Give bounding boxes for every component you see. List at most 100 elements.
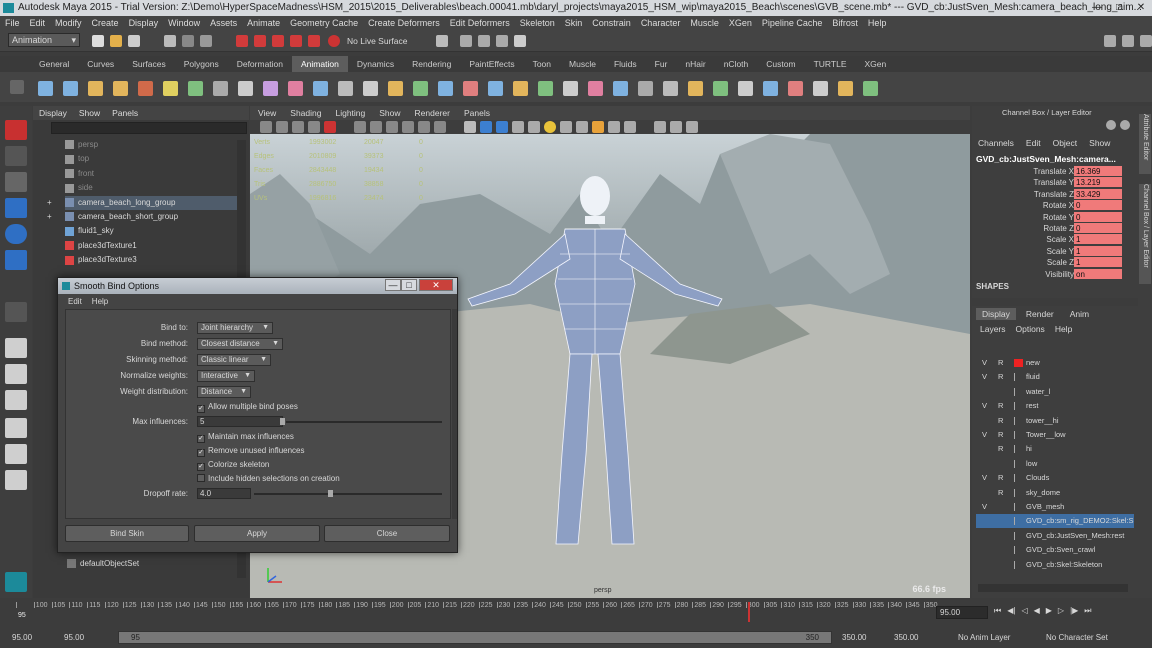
ik-handle-icon[interactable]: [88, 81, 103, 96]
channel-row[interactable]: Scale Z1: [972, 257, 1138, 268]
channel-value[interactable]: 0: [1074, 223, 1122, 233]
max-influences-slider[interactable]: [286, 421, 442, 423]
channel-row[interactable]: Translate Z 33.429: [972, 188, 1138, 200]
orient-joint-icon[interactable]: [763, 81, 778, 96]
constraint-point-icon[interactable]: [463, 81, 478, 96]
channel-value[interactable]: 16.369: [1074, 166, 1122, 176]
select-component-icon[interactable]: [200, 35, 212, 47]
anim-layer-dropdown[interactable]: No Anim Layer: [958, 633, 1010, 642]
channel-box-toggle-icon[interactable]: [1140, 35, 1152, 47]
snap-curve-icon[interactable]: [254, 35, 266, 47]
four-view-layout-icon[interactable]: [5, 364, 27, 384]
render-frame-icon[interactable]: [460, 35, 472, 47]
mirror-icon[interactable]: [613, 81, 628, 96]
set-breakdown-icon[interactable]: [63, 81, 78, 96]
close-window-button[interactable]: ✕: [1130, 0, 1152, 16]
playhead-marker[interactable]: [748, 602, 750, 622]
go-to-start-icon[interactable]: ⏮: [994, 606, 1001, 616]
snap-point-icon[interactable]: [272, 35, 284, 47]
shelf-tab-fur[interactable]: Fur: [646, 56, 677, 72]
play-forwards-icon[interactable]: ▶: [1046, 606, 1052, 616]
layer-color-swatch[interactable]: [1014, 402, 1023, 411]
channel-row[interactable]: Scale X1: [972, 234, 1138, 245]
outliner-item-default-object-set[interactable]: defaultObjectSet: [67, 557, 139, 571]
open-scene-icon[interactable]: [110, 35, 122, 47]
step-back-key-icon[interactable]: ◀|: [1007, 606, 1015, 616]
layer-color-swatch[interactable]: [1014, 474, 1023, 483]
layer-row[interactable]: V Rfluid: [976, 370, 1134, 384]
make-live-icon[interactable]: [328, 35, 340, 47]
shelf-tab-ncloth[interactable]: nCloth: [715, 56, 758, 72]
go-to-end-icon[interactable]: ⏭: [1084, 606, 1091, 616]
smooth-shade-icon[interactable]: [480, 121, 492, 133]
layer-scrollbar[interactable]: [978, 584, 1128, 592]
layer-tab-render[interactable]: Render: [1020, 308, 1060, 320]
step-forward-key-icon[interactable]: |▶: [1070, 606, 1078, 616]
dialog-title-bar[interactable]: Smooth Bind Options — □ ✕: [58, 278, 457, 294]
layer-tab-display[interactable]: Display: [976, 308, 1016, 320]
range-bar[interactable]: 95 350: [118, 631, 832, 644]
muscle-icon[interactable]: [788, 81, 803, 96]
constraint-orient-icon[interactable]: [513, 81, 528, 96]
menu-modify[interactable]: Modify: [50, 16, 87, 30]
flex-icon[interactable]: [638, 81, 653, 96]
ambient-occlusion-icon[interactable]: [560, 121, 572, 133]
outliner-search-field[interactable]: [51, 122, 247, 134]
scale-tool-icon[interactable]: [5, 250, 27, 270]
paint-weights-icon[interactable]: [163, 81, 178, 96]
bookmark-icon[interactable]: [292, 121, 304, 133]
viewport-menu-view[interactable]: View: [258, 106, 276, 120]
lasso-tool-icon[interactable]: [5, 146, 27, 166]
wire-icon[interactable]: [263, 81, 278, 96]
constraint-parent-icon[interactable]: [538, 81, 553, 96]
maximize-button[interactable]: □: [1108, 0, 1130, 16]
layer-row[interactable]: V Rrest: [976, 399, 1134, 413]
manipulator-icon[interactable]: [1106, 120, 1116, 130]
xray-icon[interactable]: [654, 121, 666, 133]
layer-reference-toggle[interactable]: R: [998, 356, 1003, 370]
shelf-tab-painteffects[interactable]: PaintEffects: [460, 56, 523, 72]
channel-value[interactable]: 1: [1074, 234, 1122, 245]
outliner-item[interactable]: top: [65, 152, 89, 166]
layer-visibility-toggle[interactable]: V: [982, 428, 987, 442]
close-button[interactable]: Close: [324, 525, 450, 542]
include-hidden-selections-checkbox[interactable]: Include hidden selections on creation: [197, 473, 340, 485]
layer-row[interactable]: GVD_cb:JustSven_Mesh:rest: [976, 529, 1134, 543]
snap-surface-icon[interactable]: [308, 35, 320, 47]
shelf-tab-custom[interactable]: Custom: [757, 56, 804, 72]
channel-menu-show[interactable]: Show: [1089, 138, 1110, 148]
shelf-tab-animation[interactable]: Animation: [292, 56, 348, 72]
dialog-minimize-button[interactable]: —: [385, 279, 401, 291]
channel-value[interactable]: 1: [1074, 245, 1122, 256]
layer-reference-toggle[interactable]: R: [998, 428, 1003, 442]
trax-icon[interactable]: [388, 81, 403, 96]
skeleton-icon[interactable]: [738, 81, 753, 96]
shelf-tab-general[interactable]: General: [30, 56, 78, 72]
layer-color-swatch[interactable]: [1014, 459, 1023, 468]
shelf-tab-fluids[interactable]: Fluids: [605, 56, 646, 72]
channel-box-tab[interactable]: Channel Box / Layer Editor: [1139, 184, 1151, 284]
minimize-button[interactable]: —: [1086, 0, 1108, 16]
menu-constrain[interactable]: Constrain: [587, 16, 636, 30]
channel-row[interactable]: Scale Y1: [972, 245, 1138, 257]
shelf-tab-turtle[interactable]: TURTLE: [805, 56, 856, 72]
dialog-scrollbar[interactable]: [452, 309, 457, 519]
layer-color-swatch[interactable]: [1014, 431, 1023, 439]
layer-menu-options[interactable]: Options: [1016, 324, 1045, 334]
play-backwards-icon[interactable]: ◀: [1034, 606, 1040, 616]
wireframe-icon[interactable]: [464, 121, 476, 133]
layer-visibility-toggle[interactable]: V: [982, 471, 987, 485]
menu-edit-deformers[interactable]: Edit Deformers: [445, 16, 515, 30]
save-scene-icon[interactable]: [128, 35, 140, 47]
channel-row[interactable]: Rotate Y0: [972, 211, 1138, 223]
channel-value[interactable]: 0: [1074, 200, 1122, 211]
step-back-frame-icon[interactable]: ◁: [1021, 606, 1027, 616]
menu-xgen[interactable]: XGen: [724, 16, 757, 30]
channel-value[interactable]: 1: [1074, 257, 1122, 268]
layer-visibility-toggle[interactable]: V: [982, 500, 987, 514]
layer-row[interactable]: GVD_cb:sm_rig_DEMO2:Skel:S: [976, 514, 1134, 529]
shelf-tab-toon[interactable]: Toon: [524, 56, 560, 72]
graph-editor-layout-icon[interactable]: [5, 418, 27, 438]
menu-muscle[interactable]: Muscle: [685, 16, 724, 30]
bind-skin-button[interactable]: Bind Skin: [65, 525, 189, 542]
